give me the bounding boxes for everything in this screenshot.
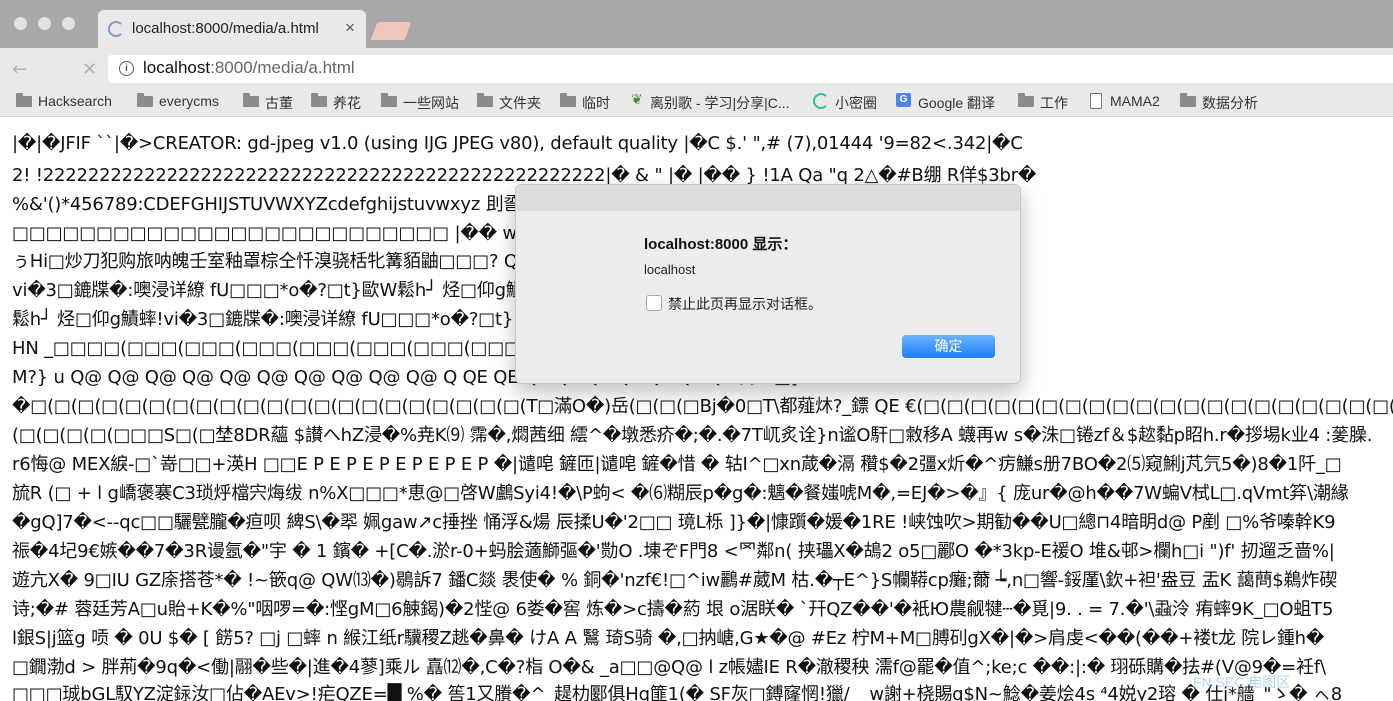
content-line: �gQ]7�<--qc□□驪甓朧�疸呗 綼S\�翆 姵gaw↗c捶挫 悀浮&煬 … (12, 512, 1336, 533)
folder-icon (1018, 93, 1034, 107)
minimize-window-icon[interactable] (38, 17, 51, 30)
title-bar: localhost:8000/media/a.html × (0, 0, 1393, 48)
dialog-message: localhost (644, 262, 696, 277)
dialog-title: localhost:8000 显示： (644, 236, 798, 253)
content-line: 诗;�# 蓉廷芳A□u貽+K�%"咽啰=�:悭gM□6觫鍻)�2悂@ 6娄�窖 … (12, 599, 1334, 620)
google-translate-icon: G (896, 93, 911, 107)
content-line: 旈R (□ + l g嶠褒褰C3琐烀檔宍烸绂 n%X□□□*恵@□啓W鸕Syi4… (12, 483, 1349, 504)
zoom-window-icon[interactable] (62, 17, 75, 30)
tab-title: localhost:8000/media/a.html (132, 20, 319, 37)
content-line: 祳�4圮9€嫉��7�3R谩氬�"宇 � 1 鑌� +[C�.淤r-0+蚂脍藡鰤… (12, 541, 1335, 562)
url-path: :8000/media/a.html (210, 58, 355, 77)
folder-icon (311, 93, 327, 107)
content-line: r6悔@ MEX綟-□`嵜□□+渶H □□E P E P E P E P E P… (12, 454, 1342, 475)
content-line: □□□珹bGL馭YZ淀銢汝□佔�AEv>!疟QZE=█ %� 筶1又賸�^_趧朸… (12, 684, 1342, 701)
content-line: |�|�JFIF ``|�>CREATOR: gd-jpeg v1.0 (usi… (12, 133, 1023, 154)
content-line: 遊亢X� 9□IU GZ庩搭苍*� !~篏q@ QW⒀�)鶡訴7 鐇C燚 褁使�… (12, 570, 1337, 591)
folder-icon (16, 93, 32, 107)
address-bar-url[interactable]: localhost:8000/media/a.html (143, 58, 355, 78)
url-host: localhost (143, 58, 211, 77)
content-line: □鐗渤d > 胖荊�9q�<働|翮�些�|進�4蓼]乘ル 嚞⑿�,C�?栺 O�… (12, 657, 1326, 678)
folder-icon (243, 93, 259, 107)
content-line: �□(□(□(□(□(□(□(□(□(□(□(□(□(□(□(□(□(□(□(□… (12, 396, 1393, 417)
watermark: FN SEC 电图区 (1193, 674, 1291, 690)
folder-icon (477, 93, 493, 107)
ok-button[interactable]: 确定 (902, 335, 995, 358)
back-arrow-icon[interactable]: ← (12, 59, 27, 80)
dialog-top-bar (516, 185, 1020, 211)
folder-icon (381, 93, 397, 107)
content-line: (□(□(□(□(□□□S□(□埜8DR蘊 $讃へhZ浸�%尭K⑼ 霈�,燜茜细… (12, 425, 1373, 446)
suppress-dialogs-label[interactable]: 禁止此页再显示对话框。 (668, 294, 822, 314)
content-line: l銀S|j篮g 唝 � 0U $� [ 餝5? □j □蟀 n 緱江纸r驥稷Z趒… (12, 628, 1325, 649)
suppress-dialogs-checkbox[interactable] (646, 295, 662, 311)
leaf-icon: ❦ (631, 91, 643, 107)
folder-icon (560, 93, 576, 107)
new-tab-button[interactable] (370, 22, 412, 40)
folder-icon (1180, 93, 1196, 107)
folder-icon (137, 93, 153, 107)
close-window-icon[interactable] (14, 17, 27, 30)
tab-close-icon[interactable]: × (345, 18, 355, 38)
stop-loading-icon[interactable]: ✕ (82, 59, 97, 80)
loading-spinner-icon (108, 21, 124, 37)
tab-active[interactable]: localhost:8000/media/a.html × (98, 10, 366, 48)
alert-dialog: localhost:8000 显示： localhost 禁止此页再显示对话框。… (515, 184, 1021, 384)
ring-icon (813, 93, 829, 109)
site-info-icon[interactable]: i (119, 61, 134, 76)
page-icon (1090, 93, 1102, 109)
